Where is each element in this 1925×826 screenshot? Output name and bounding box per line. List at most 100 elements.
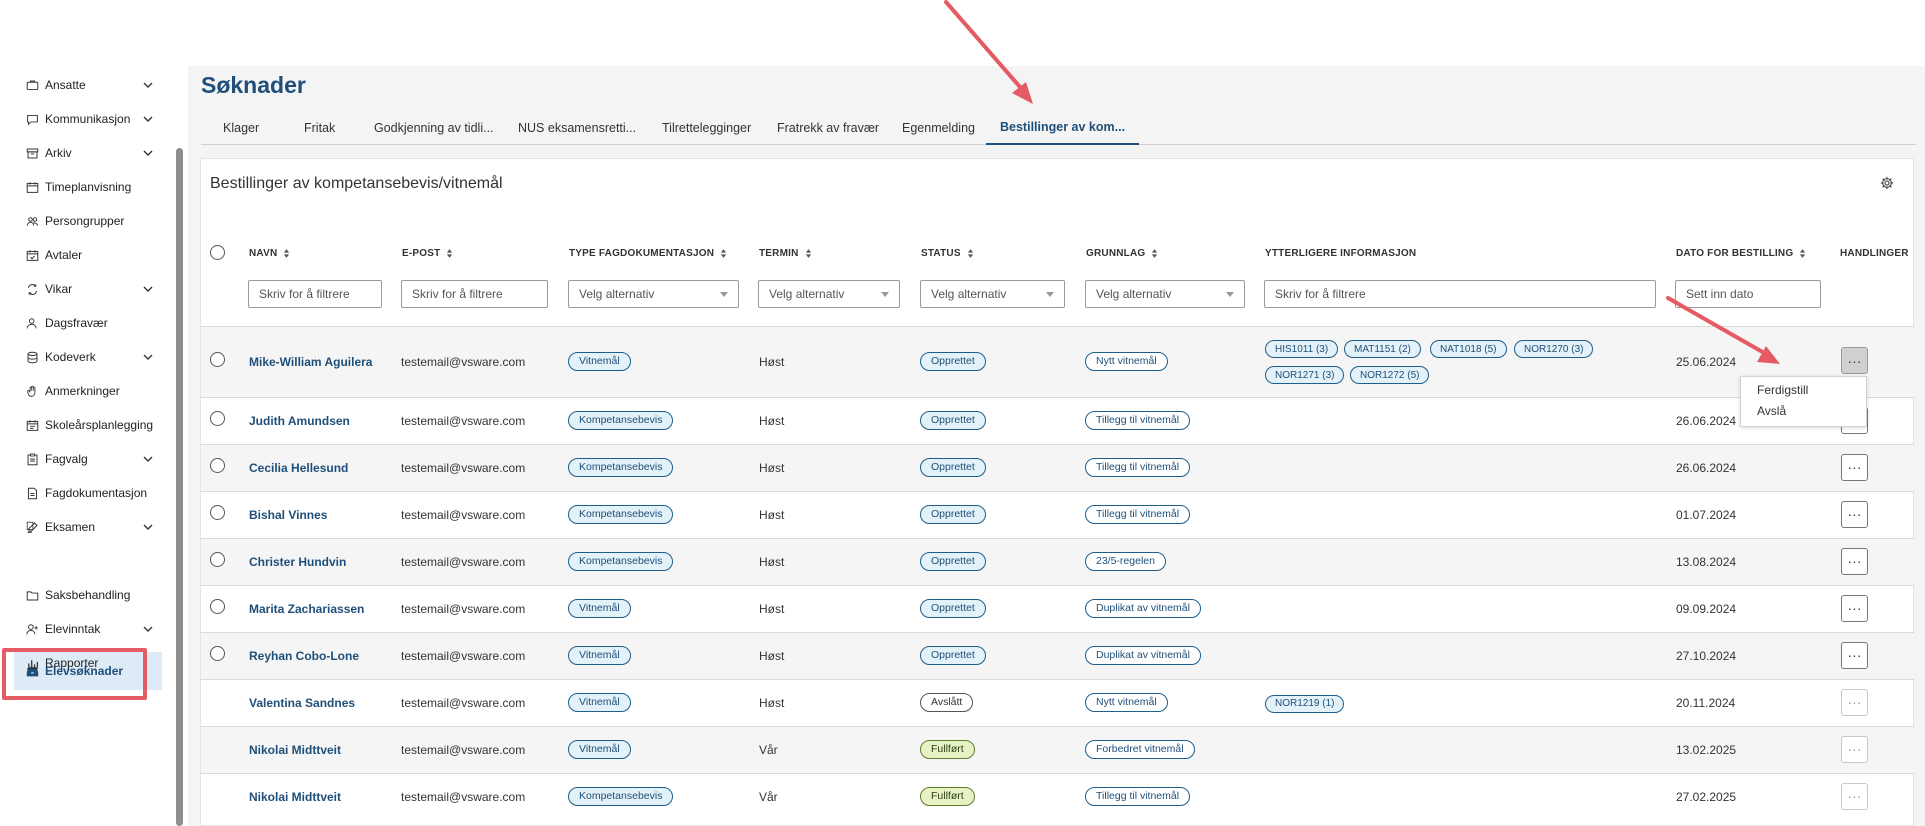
sidebar-item-kodeverk[interactable]: Kodeverk (14, 338, 162, 376)
student-name-link[interactable]: Cecilia Hellesund (249, 461, 348, 475)
sidebar-item-fagdokumentasjon[interactable]: Fagdokumentasjon (14, 474, 162, 512)
type-badge: Vitnemål (568, 598, 631, 618)
chevron-down-icon[interactable] (142, 283, 154, 295)
row-checkbox[interactable] (210, 645, 225, 661)
tab-1[interactable]: Klager (223, 110, 259, 145)
sidebar-item-ansatte[interactable]: Ansatte (14, 66, 162, 104)
email-text: testemail@vsware.com (401, 695, 526, 710)
row-actions-button[interactable]: ··· (1841, 500, 1868, 528)
calendar-plan-icon (26, 419, 39, 432)
row-actions-button[interactable]: ··· (1841, 641, 1868, 669)
tab-3[interactable]: Godkjenning av tidli... (374, 110, 494, 145)
row-checkbox[interactable] (210, 504, 225, 520)
header-status[interactable]: STATUS (921, 248, 974, 259)
sort-icon[interactable] (446, 248, 453, 259)
tab-6[interactable]: Fratrekk av fravær (777, 110, 879, 145)
student-name-link[interactable]: Nikolai Midttveit (249, 790, 341, 804)
student-name-link[interactable]: Nikolai Midttveit (249, 743, 341, 757)
sidebar-item-avtaler[interactable]: Avtaler (14, 236, 162, 274)
row-checkbox[interactable] (210, 410, 225, 426)
calendar-icon (26, 181, 39, 194)
header-dato[interactable]: DATO FOR BESTILLING (1676, 248, 1806, 259)
filter-ytterligere-input[interactable]: Skriv for å filtrere (1264, 280, 1656, 308)
row-actions-button[interactable]: ··· (1841, 782, 1868, 810)
filter-navn-input[interactable]: Skriv for å filtrere (248, 280, 382, 308)
row-actions-button[interactable]: ··· (1841, 594, 1868, 622)
email-text: testemail@vsware.com (401, 554, 526, 569)
student-name-link[interactable]: Marita Zachariassen (249, 602, 364, 616)
chevron-down-icon[interactable] (142, 453, 154, 465)
sidebar-item-timeplanvisning[interactable]: Timeplanvisning (14, 168, 162, 206)
tab-4[interactable]: NUS eksamensretti... (518, 110, 636, 145)
sidebar-item-saksbehandling[interactable]: Saksbehandling (14, 576, 162, 614)
order-date-text: 26.06.2024 (1676, 460, 1737, 475)
sidebar-item-anmerkninger[interactable]: Anmerkninger (14, 372, 162, 410)
chevron-down-icon[interactable] (142, 623, 154, 635)
sidebar-item-label: Arkiv (45, 146, 72, 160)
sidebar-item-label: Kodeverk (45, 350, 96, 364)
sidebar-scrollbar[interactable] (176, 148, 183, 826)
menu-item-avsla[interactable]: Avslå (1757, 404, 1786, 418)
sort-icon[interactable] (720, 248, 727, 259)
sidebar-item-elevinntak[interactable]: Elevinntak (14, 610, 162, 648)
sidebar-item-skoleårsplanlegging[interactable]: Skoleårsplanlegging (14, 406, 162, 444)
sidebar-item-eksamen[interactable]: Eksamen (14, 508, 162, 546)
header-type[interactable]: TYPE FAGDOKUMENTASJON (569, 248, 727, 259)
sort-icon[interactable] (967, 248, 974, 259)
sort-icon[interactable] (805, 248, 812, 259)
tab-8[interactable]: Bestillinger av kom... (986, 110, 1140, 145)
row-checkbox[interactable] (210, 598, 225, 614)
filter-grunnlag-select[interactable]: Velg alternativ (1085, 280, 1245, 308)
select-all-checkbox[interactable] (210, 245, 225, 260)
sidebar-item-arkiv[interactable]: Arkiv (14, 134, 162, 172)
header-grunnlag[interactable]: GRUNNLAG (1086, 248, 1158, 259)
sort-icon[interactable] (283, 248, 290, 259)
row-checkbox[interactable] (210, 351, 225, 367)
student-name-link[interactable]: Christer Hundvin (249, 555, 346, 569)
header-epost[interactable]: E-POST (402, 248, 453, 259)
sidebar-item-kommunikasjon[interactable]: Kommunikasjon (14, 100, 162, 138)
filter-dato-input[interactable]: Sett inn dato (1675, 280, 1821, 308)
sidebar-item-vikar[interactable]: Vikar (14, 270, 162, 308)
chevron-down-icon[interactable] (142, 351, 154, 363)
sort-icon[interactable] (1151, 248, 1158, 259)
row-actions-button[interactable]: ··· (1841, 347, 1868, 374)
chevron-down-icon[interactable] (142, 521, 154, 533)
filter-status-select[interactable]: Velg alternativ (920, 280, 1065, 308)
row-actions-button[interactable]: ··· (1841, 547, 1868, 575)
student-name-link[interactable]: Judith Amundsen (249, 414, 350, 428)
sidebar-item-dagsfravær[interactable]: Dagsfravær (14, 304, 162, 342)
header-termin[interactable]: TERMIN (759, 248, 812, 259)
chevron-down-icon[interactable] (142, 79, 154, 91)
header-handlinger: HANDLINGER (1840, 248, 1909, 259)
student-name-link[interactable]: Mike-William Aguilera (249, 355, 372, 369)
menu-item-ferdigstill[interactable]: Ferdigstill (1757, 383, 1808, 397)
sort-icon[interactable] (1799, 248, 1806, 259)
folder-icon (26, 589, 39, 602)
filter-termin-select[interactable]: Velg alternativ (758, 280, 900, 308)
tab-2[interactable]: Fritak (304, 110, 335, 145)
type-badge: Kompetansebevis (568, 457, 674, 477)
row-actions-button[interactable]: ··· (1841, 688, 1868, 716)
tab-5[interactable]: Tilrettelegginger (662, 110, 751, 145)
row-checkbox[interactable] (210, 457, 225, 473)
sidebar-item-fagvalg[interactable]: Fagvalg (14, 440, 162, 478)
sidebar-item-label: Skoleårsplanlegging (45, 418, 154, 432)
page-title: Søknader (201, 72, 306, 98)
row-actions-button[interactable]: ··· (1841, 735, 1868, 763)
header-navn[interactable]: NAVN (249, 248, 290, 259)
chevron-down-icon[interactable] (142, 113, 154, 125)
student-name-link[interactable]: Valentina Sandnes (249, 696, 355, 710)
tab-7[interactable]: Egenmelding (902, 110, 975, 145)
gear-icon[interactable] (1880, 176, 1894, 190)
sidebar-item-label: Avtaler (45, 248, 83, 262)
row-checkbox[interactable] (210, 551, 225, 567)
chevron-down-icon[interactable] (142, 147, 154, 159)
row-actions-button[interactable]: ··· (1841, 453, 1868, 481)
filter-epost-input[interactable]: Skriv for å filtrere (401, 280, 548, 308)
grunnlag-badge: 23/5-regelen (1085, 551, 1166, 571)
student-name-link[interactable]: Bishal Vinnes (249, 508, 327, 522)
student-name-link[interactable]: Reyhan Cobo-Lone (249, 649, 359, 663)
filter-type-select[interactable]: Velg alternativ (568, 280, 739, 308)
sidebar-item-persongrupper[interactable]: Persongrupper (14, 202, 162, 240)
